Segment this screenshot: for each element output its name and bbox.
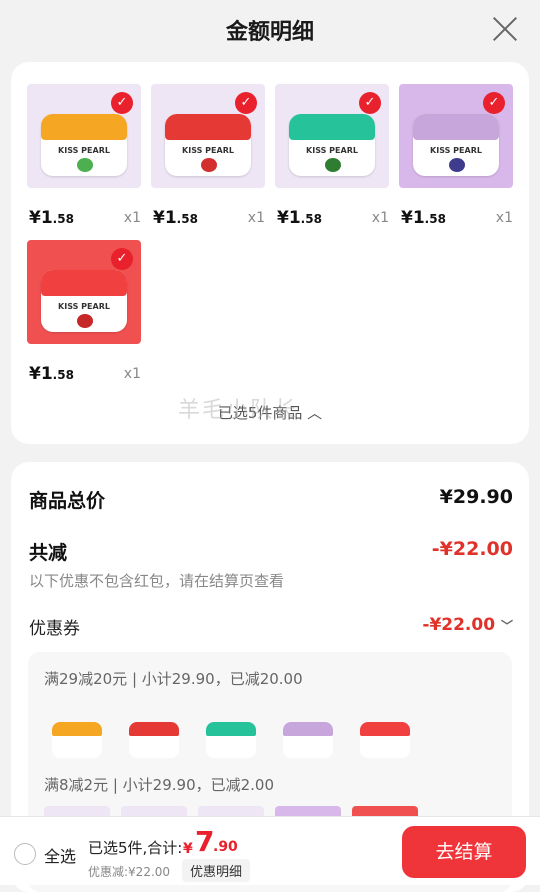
header: 金额明细 [0,0,540,60]
bottom-bar: 全选 已选5件,合计: ¥ 7 .90 优惠减:¥22.00 优惠明细 去结算 [0,816,540,885]
total-currency: ¥ [183,841,193,857]
product-qty: x1 [123,210,141,226]
discount-amount: 优惠减:¥22.00 [88,865,171,879]
product-price: ¥1.58 [29,208,74,228]
product-qty: x1 [371,210,389,226]
product-image: KISS PEARL ✓ [275,84,389,188]
product-item[interactable]: KISS PEARL ✓ ¥1.58 x1 [275,84,389,228]
product-thumb [198,700,264,766]
product-thumb [275,700,341,766]
product-image: KISS PEARL ✓ [151,84,265,188]
product-card: KISS PEARL ✓ ¥1.58 x1 KISS PEARL ✓ ¥1.58 x… [11,62,529,444]
goods-total-label: 商品总价 [29,490,106,512]
total-integer: 7 [195,825,215,858]
coupon-line: 满29减20元 | 小计29.90，已减20.00 [44,670,303,688]
reduce-label: 共减 [29,542,68,564]
discount-detail-button[interactable]: 优惠明细 [182,859,251,882]
coupon-line: 满8减2元 | 小计29.90，已减2.00 [44,776,275,794]
product-thumb [352,700,418,766]
select-all-label[interactable]: 全选 [44,843,76,867]
watermark: 羊毛小队长 [178,398,299,423]
chevron-up-icon: ︿ [307,404,323,422]
product-qty: x1 [495,210,513,226]
product-qty: x1 [123,366,141,382]
product-item[interactable]: KISS PEARL ✓ ¥1.58 x1 [399,84,513,228]
checked-icon[interactable]: ✓ [483,92,505,114]
checkout-button[interactable]: 去结算 [402,826,526,878]
select-all-radio[interactable] [14,843,36,865]
coupon-label: 优惠券 [29,619,80,639]
page-title: 金额明细 [225,20,314,45]
product-item[interactable]: KISS PEARL ✓ ¥1.58 x1 [27,84,141,228]
chevron-down-icon: ﹀ [500,619,513,633]
product-image: KISS PEARL ✓ [27,84,141,188]
product-image: KISS PEARL ✓ [27,240,141,344]
product-price: ¥1.58 [29,364,74,384]
discount-note: 以下优惠不包含红包，请在结算页查看 [29,572,285,590]
product-item[interactable]: KISS PEARL ✓ ¥1.58 x1 [151,84,265,228]
product-thumb [44,700,110,766]
total-decimal: .90 [213,839,238,855]
reduce-value: -¥22.00 [431,538,513,560]
product-item[interactable]: KISS PEARL ✓ ¥1.58 x1 [27,240,141,384]
checked-icon[interactable]: ✓ [111,92,133,114]
selected-summary: 已选5件,合计: [88,839,183,857]
product-price: ¥1.58 [401,208,446,228]
close-icon[interactable] [492,16,518,42]
product-qty: x1 [247,210,265,226]
product-price: ¥1.58 [153,208,198,228]
checked-icon[interactable]: ✓ [111,248,133,270]
product-image: KISS PEARL ✓ [399,84,513,188]
checked-icon[interactable]: ✓ [235,92,257,114]
coupon-value[interactable]: -¥22.00 ﹀ [422,615,513,635]
goods-total-value: ¥29.90 [439,486,513,508]
checked-icon[interactable]: ✓ [359,92,381,114]
product-thumb [121,700,187,766]
product-price: ¥1.58 [277,208,322,228]
